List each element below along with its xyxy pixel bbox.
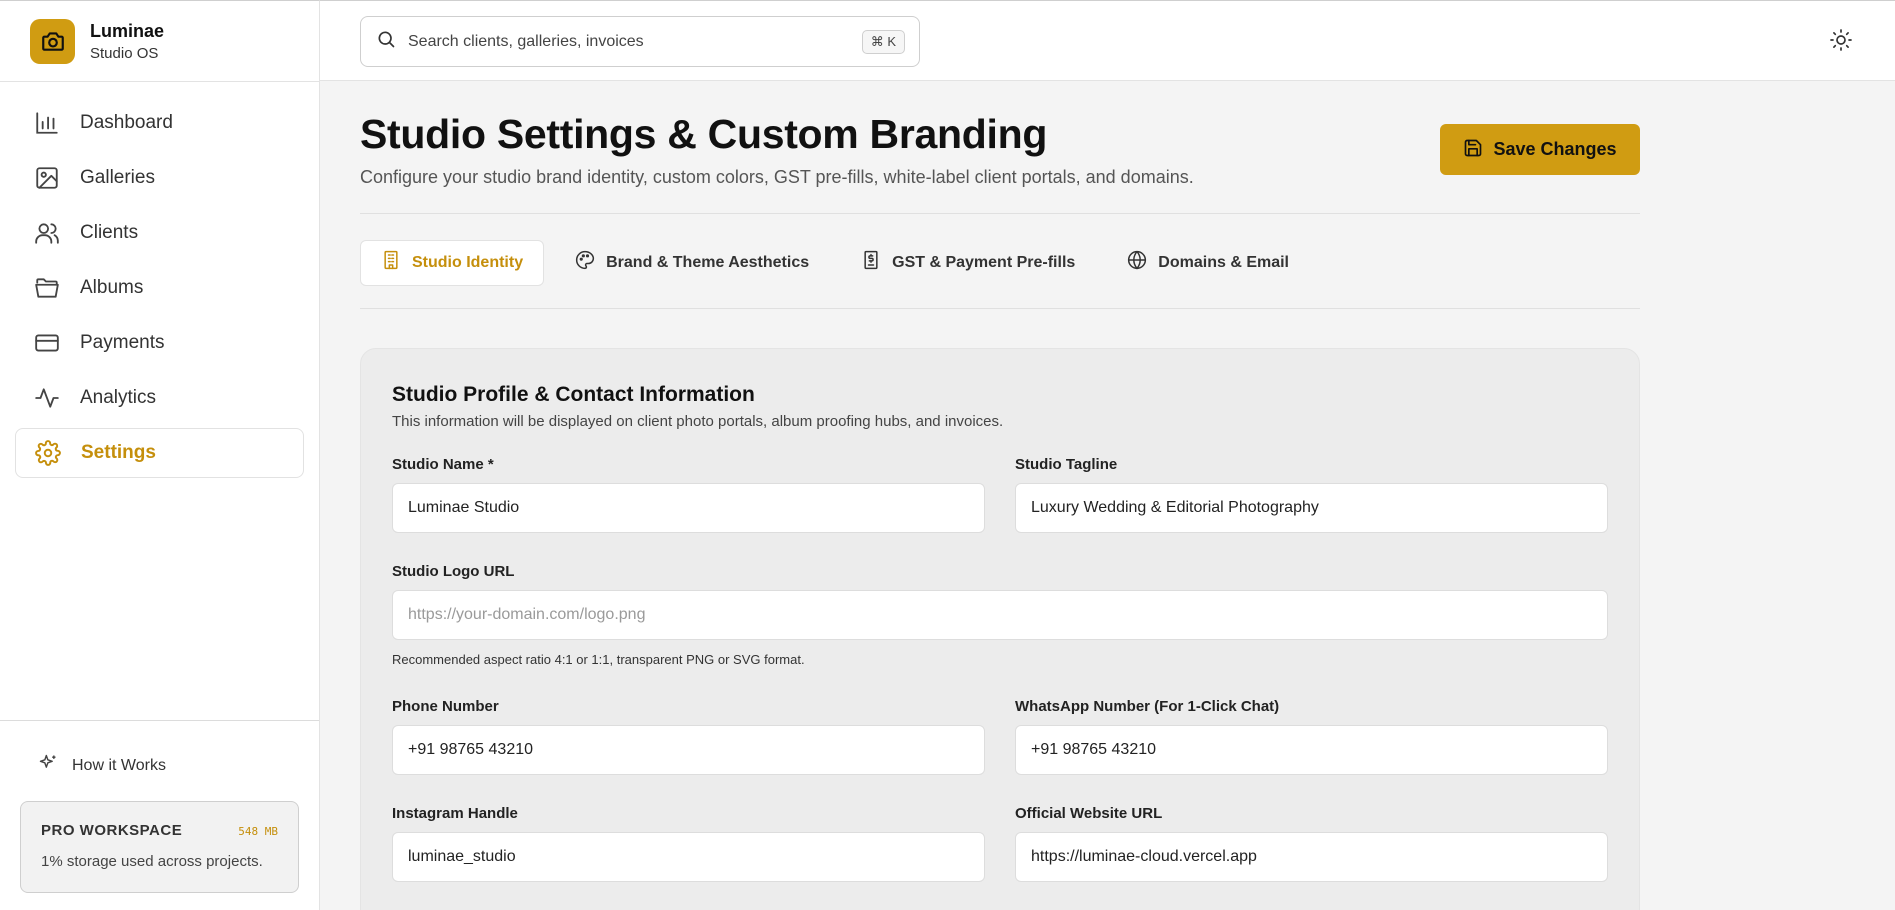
search-box[interactable]: ⌘ K — [360, 16, 920, 67]
save-changes-button[interactable]: Save Changes — [1440, 124, 1640, 175]
sidebar-item-label: Payments — [80, 332, 165, 353]
instagram-label: Instagram Handle — [392, 805, 518, 822]
website-input[interactable] — [1015, 832, 1608, 882]
logo-url-input[interactable] — [392, 590, 1608, 640]
phone-label: Phone Number — [392, 698, 499, 715]
sidebar-item-dashboard[interactable]: Dashboard — [15, 98, 304, 148]
tab-studio-identity[interactable]: Studio Identity — [360, 239, 545, 286]
instagram-input[interactable] — [392, 832, 985, 882]
sparkles-icon — [38, 753, 58, 778]
receipt-icon — [861, 250, 881, 275]
how-it-works-label: How it Works — [72, 756, 166, 774]
gear-icon — [34, 439, 62, 467]
image-icon — [33, 164, 61, 192]
tab-label: Studio Identity — [412, 253, 524, 271]
sidebar-item-clients[interactable]: Clients — [15, 208, 304, 258]
sidebar-item-analytics[interactable]: Analytics — [15, 373, 304, 423]
studio-name-field: Studio Name * — [392, 456, 985, 533]
studio-name-label: Studio Name * — [392, 456, 494, 473]
settings-tabs: Studio Identity Brand & Theme Aesthetics… — [360, 214, 1640, 309]
theme-toggle-button[interactable] — [1827, 28, 1855, 56]
brand-name: Luminae — [90, 20, 165, 41]
tab-label: GST & Payment Pre-fills — [892, 253, 1076, 271]
sun-icon — [1829, 28, 1853, 57]
top-bar: ⌘ K — [320, 0, 1895, 81]
page-subtitle: Configure your studio brand identity, cu… — [360, 167, 1194, 187]
save-icon — [1463, 138, 1483, 161]
page-title: Studio Settings & Custom Branding — [360, 111, 1048, 157]
brand[interactable]: Luminae Studio OS — [0, 1, 319, 82]
logo-url-label: Studio Logo URL — [392, 563, 515, 580]
sidebar-item-albums[interactable]: Albums — [15, 263, 304, 313]
storage-size: 548 MB — [238, 825, 278, 838]
palette-icon — [575, 250, 595, 275]
sidebar-footer: How it Works PRO WORKSPACE 548 MB 1% sto… — [0, 720, 319, 910]
page-header: Studio Settings & Custom Branding Config… — [360, 81, 1640, 214]
tab-label: Domains & Email — [1158, 253, 1289, 271]
phone-field: Phone Number — [392, 698, 985, 775]
pro-workspace-card: PRO WORKSPACE 548 MB 1% storage used acr… — [20, 801, 299, 893]
camera-icon — [30, 18, 75, 64]
save-changes-label: Save Changes — [1493, 139, 1617, 159]
sidebar-nav: Dashboard Galleries Clients Albums Payme… — [0, 82, 319, 478]
sidebar-item-label: Analytics — [80, 387, 157, 408]
tab-gst-payment[interactable]: GST & Payment Pre-fills — [840, 240, 1096, 286]
brand-subtitle: Studio OS — [90, 44, 159, 62]
logo-url-field: Studio Logo URL Recommended aspect ratio… — [392, 563, 1608, 667]
sidebar-item-label: Galleries — [80, 167, 155, 188]
instagram-field: Instagram Handle — [392, 805, 985, 882]
sidebar-item-label: Dashboard — [80, 112, 173, 133]
whatsapp-label: WhatsApp Number (For 1-Click Chat) — [1015, 698, 1280, 715]
how-it-works-link[interactable]: How it Works — [0, 721, 319, 778]
section-title: Studio Profile & Contact Information — [392, 383, 755, 406]
sidebar-item-label: Settings — [81, 442, 156, 463]
search-icon — [376, 29, 396, 54]
logo-url-hint: Recommended aspect ratio 4:1 or 1:1, tra… — [392, 652, 805, 667]
search-input[interactable] — [408, 32, 848, 51]
search-shortcut: ⌘ K — [861, 30, 905, 54]
website-field: Official Website URL — [1015, 805, 1608, 882]
tab-domains-email[interactable]: Domains & Email — [1106, 240, 1310, 286]
studio-name-input[interactable] — [392, 483, 985, 533]
folder-icon — [33, 274, 61, 302]
studio-profile-card: Studio Profile & Contact Information Thi… — [360, 348, 1640, 910]
studio-tagline-input[interactable] — [1015, 483, 1608, 533]
phone-input[interactable] — [392, 725, 985, 775]
sidebar-item-label: Clients — [80, 222, 139, 243]
building-icon — [381, 250, 401, 275]
section-description: This information will be displayed on cl… — [392, 413, 1004, 430]
credit-card-icon — [33, 329, 61, 357]
bar-chart-icon — [33, 109, 61, 137]
whatsapp-field: WhatsApp Number (For 1-Click Chat) — [1015, 698, 1608, 775]
users-icon — [33, 219, 61, 247]
tab-label: Brand & Theme Aesthetics — [606, 253, 810, 271]
sidebar: Luminae Studio OS Dashboard Galleries Cl… — [0, 0, 320, 910]
globe-icon — [1127, 250, 1147, 275]
tab-brand-theme[interactable]: Brand & Theme Aesthetics — [554, 240, 830, 286]
workspace-title: PRO WORKSPACE — [41, 822, 183, 839]
sidebar-item-payments[interactable]: Payments — [15, 318, 304, 368]
activity-icon — [33, 384, 61, 412]
sidebar-item-galleries[interactable]: Galleries — [15, 153, 304, 203]
whatsapp-input[interactable] — [1015, 725, 1608, 775]
main-content: Studio Settings & Custom Branding Config… — [360, 81, 1640, 910]
studio-tagline-label: Studio Tagline — [1015, 456, 1118, 473]
studio-tagline-field: Studio Tagline — [1015, 456, 1608, 533]
storage-description: 1% storage used across projects. — [41, 853, 263, 870]
sidebar-item-label: Albums — [80, 277, 144, 298]
sidebar-item-settings[interactable]: Settings — [15, 428, 304, 478]
website-label: Official Website URL — [1015, 805, 1163, 822]
